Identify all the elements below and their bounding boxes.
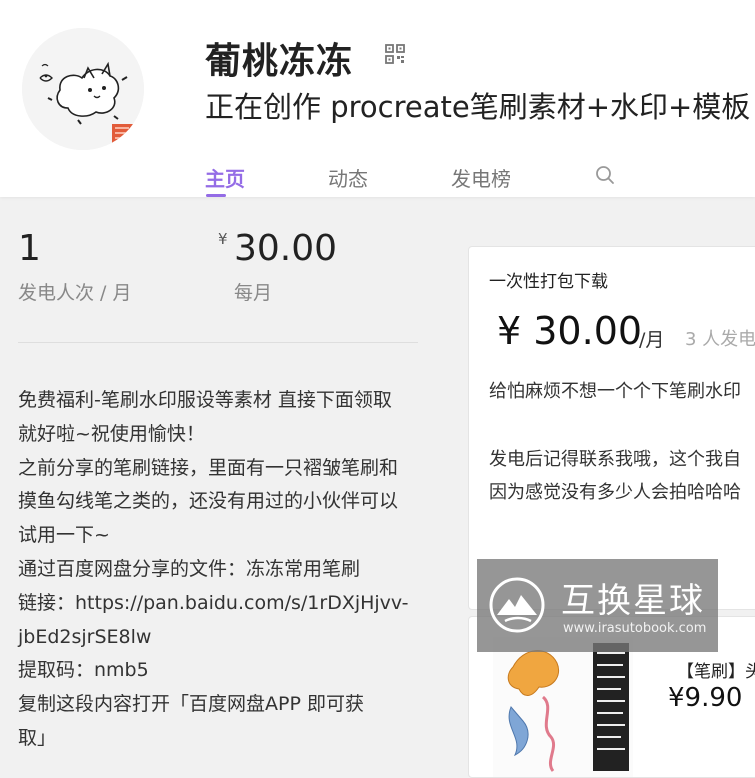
monthly-income: 30.00 [234, 228, 338, 269]
profile-header: 葡桃冻冻 正在创作 procreate笔刷素材+水印+模板 主页 动态 发电榜 [0, 0, 755, 197]
site-watermark: 互换星球 www.irasutobook.com [477, 559, 718, 652]
plan-price: ¥ 30.00 [497, 309, 643, 353]
plan-sponsor-count: 3 人发电 [685, 329, 755, 350]
description-line: 取」 [18, 726, 57, 749]
creator-tagline: 正在创作 procreate笔刷素材+水印+模板 [205, 90, 751, 124]
description-line: 提取码：nmb5 [18, 659, 149, 682]
plan-title: 一次性打包下载 [489, 272, 608, 292]
active-tab-indicator [206, 194, 226, 197]
plan-description-line: 给怕麻烦不想一个个下笔刷水印 [489, 381, 741, 402]
description-line: 复制这段内容打开「百度网盘APP 即可获 [18, 693, 364, 716]
description-link-line[interactable]: jbEd2sjrSE8lw [18, 621, 426, 655]
plan-description-line: 因为感觉没有多少人会拍哈哈哈 [489, 482, 741, 503]
profile-description: 免费福利-笔刷水印服设等素材 直接下面领取 就好啦~祝使用愉快！ 之前分享的笔刷… [18, 384, 426, 756]
product-thumbnail-image-icon [493, 637, 633, 777]
tab-home[interactable]: 主页 [205, 163, 245, 192]
description-line: 试用一下~ [18, 524, 110, 547]
description-line: 就好啦~祝使用愉快！ [18, 422, 205, 445]
plan-description-line: 发电后记得联系我哦，这个我自 [489, 449, 741, 470]
product-title: 【笔刷】头 [677, 662, 755, 682]
description-line: 通过百度网盘分享的文件：冻冻常用笔刷 [18, 557, 361, 580]
product-thumbnail[interactable] [493, 637, 633, 777]
sponsor-count: 1 [18, 228, 41, 269]
creator-name: 葡桃冻冻 [205, 41, 354, 82]
sponsor-count-label: 发电人次 / 月 [18, 282, 132, 304]
qr-code-icon[interactable] [385, 44, 405, 64]
currency-symbol: ¥ [218, 230, 228, 248]
mountain-logo-icon [489, 577, 545, 633]
monthly-income-label: 每月 [234, 282, 273, 304]
avatar-cat-doodle-icon [22, 28, 144, 150]
description-link-line[interactable]: 链接：https://pan.baidu.com/s/1rDXjHjvv- [18, 587, 426, 621]
stats-divider [18, 342, 418, 343]
search-icon[interactable] [595, 165, 615, 185]
description-line: 摸鱼勾线笔之类的，还没有用过的小伙伴可以 [18, 490, 399, 513]
tab-activity[interactable]: 动态 [328, 163, 368, 192]
product-price: ¥9.90 [668, 683, 743, 713]
watermark-url: www.irasutobook.com [563, 621, 707, 636]
watermark-title: 互换星球 [561, 581, 705, 621]
tab-sponsor-ranking[interactable]: 发电榜 [451, 163, 511, 192]
avatar[interactable] [22, 28, 144, 150]
description-line: 之前分享的笔刷链接，里面有一只褶皱笔刷和 [18, 456, 399, 479]
plan-unit: /月 [639, 329, 665, 351]
description-line: 免费福利-笔刷水印服设等素材 直接下面领取 [18, 389, 392, 411]
sponsor-plan-card[interactable]: 一次性打包下载 ¥ 30.00 /月 3 人发电 给怕麻烦不想一个个下笔刷水印 … [468, 246, 755, 610]
